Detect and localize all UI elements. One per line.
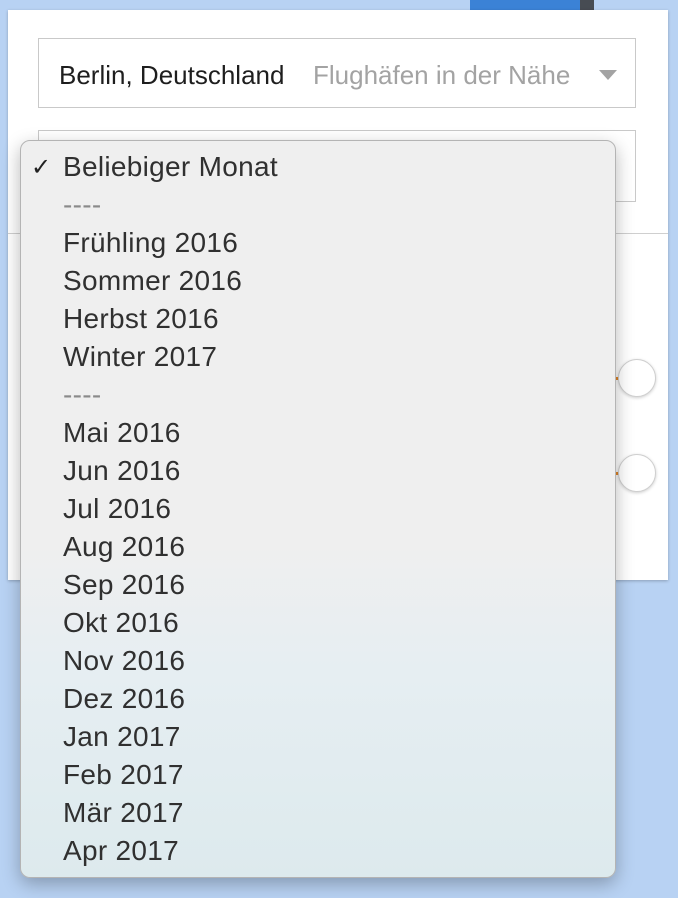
menu-item[interactable]: Aug 2016 — [21, 528, 615, 566]
menu-item[interactable]: Nov 2016 — [21, 642, 615, 680]
map-marker — [580, 0, 594, 10]
menu-item-label: Sep 2016 — [63, 569, 186, 600]
menu-item-label: Nov 2016 — [63, 645, 186, 676]
chevron-down-icon — [599, 70, 617, 80]
menu-item-label: Jul 2016 — [63, 493, 172, 524]
menu-item-label: ---- — [63, 379, 102, 410]
menu-item[interactable]: Herbst 2016 — [21, 300, 615, 338]
menu-item[interactable]: Frühling 2016 — [21, 224, 615, 262]
menu-item-label: Mai 2016 — [63, 417, 181, 448]
menu-item[interactable]: Mai 2016 — [21, 414, 615, 452]
menu-item-label: Sommer 2016 — [63, 265, 243, 296]
menu-item[interactable]: Dez 2016 — [21, 680, 615, 718]
menu-item-label: Frühling 2016 — [63, 227, 239, 258]
month-options-list: ✓ Beliebiger Monat ---- Frühling 2016 Sommer… — [21, 148, 615, 870]
menu-item[interactable]: Mär 2017 — [21, 794, 615, 832]
menu-item[interactable]: Jun 2016 — [21, 452, 615, 490]
menu-item[interactable]: Jul 2016 — [21, 490, 615, 528]
month-dropdown-menu[interactable]: ✓ Beliebiger Monat ---- Frühling 2016 Sommer… — [20, 140, 616, 878]
menu-separator: ---- — [21, 186, 615, 224]
menu-item-label: Herbst 2016 — [63, 303, 219, 334]
menu-item-label: Jan 2017 — [63, 721, 181, 752]
menu-item[interactable]: Sep 2016 — [21, 566, 615, 604]
menu-item-label: Jun 2016 — [63, 455, 181, 486]
origin-field[interactable]: Berlin, Deutschland Flughäfen in der Näh… — [38, 38, 636, 108]
menu-item-label: Dez 2016 — [63, 683, 186, 714]
checkmark-icon: ✓ — [31, 153, 52, 181]
menu-item[interactable]: Apr 2017 — [21, 832, 615, 870]
menu-item[interactable]: ✓ Beliebiger Monat — [21, 148, 615, 186]
menu-item-label: ---- — [63, 189, 102, 220]
menu-item-label: Okt 2016 — [63, 607, 180, 638]
menu-item-label: Feb 2017 — [63, 759, 184, 790]
slider-handle[interactable] — [618, 359, 656, 397]
menu-item[interactable]: Winter 2017 — [21, 338, 615, 376]
menu-separator: ---- — [21, 376, 615, 414]
menu-item-label: Apr 2017 — [63, 835, 180, 866]
menu-item[interactable]: Okt 2016 — [21, 604, 615, 642]
menu-item[interactable]: Feb 2017 — [21, 756, 615, 794]
menu-item[interactable]: Sommer 2016 — [21, 262, 615, 300]
menu-item-label: Beliebiger Monat — [63, 151, 278, 182]
menu-item[interactable]: Jan 2017 — [21, 718, 615, 756]
slider-handle[interactable] — [618, 454, 656, 492]
origin-input[interactable]: Berlin, Deutschland — [59, 59, 291, 91]
nearby-airports-dropdown[interactable]: Flughäfen in der Nähe — [313, 59, 570, 91]
menu-item-label: Aug 2016 — [63, 531, 186, 562]
menu-item-label: Winter 2017 — [63, 341, 218, 372]
menu-item-label: Mär 2017 — [63, 797, 184, 828]
